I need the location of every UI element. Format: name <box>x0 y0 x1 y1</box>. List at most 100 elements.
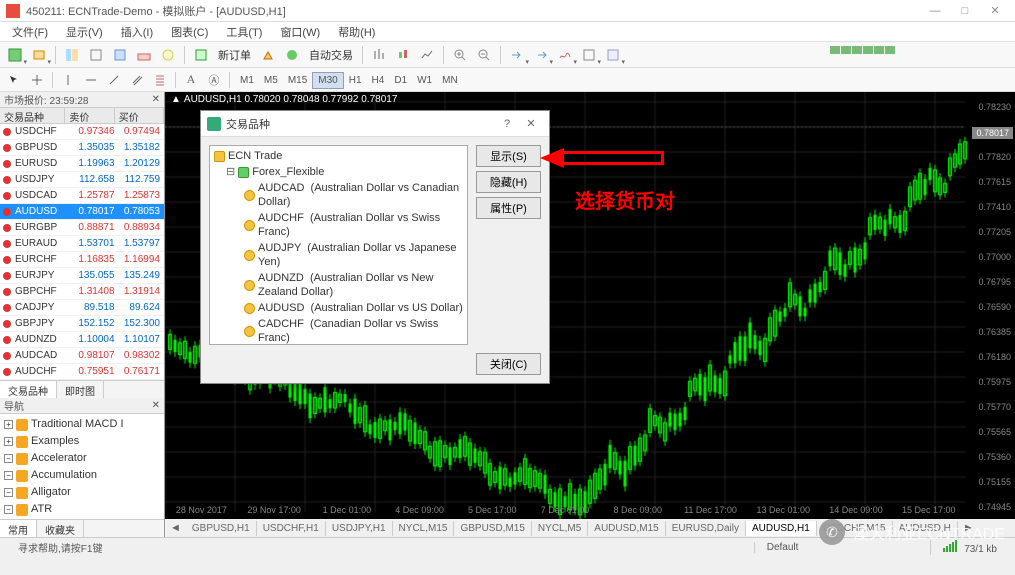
minimize-button[interactable]: — <box>921 2 949 20</box>
chart-tab[interactable]: USDJPY,H1 <box>326 521 393 536</box>
text-button[interactable]: A <box>181 70 201 90</box>
tab-common[interactable]: 常用 <box>0 520 37 537</box>
tab-tick-chart[interactable]: 即时图 <box>57 381 104 398</box>
auto-scroll-button[interactable] <box>506 44 528 66</box>
symbol-row-cadjpy[interactable]: CADJPY89.51889.624 <box>0 300 164 316</box>
chart-tab[interactable]: USDCHF,H1 <box>257 521 326 536</box>
symbol-item-audcad[interactable]: AUDCAD (Australian Dollar vs Canadian Do… <box>212 180 465 210</box>
tabs-prev-icon[interactable]: ◄ <box>165 522 186 534</box>
col-bid[interactable]: 卖价 <box>65 108 114 123</box>
chart-shift-button[interactable] <box>530 44 552 66</box>
line-chart-button[interactable] <box>416 44 438 66</box>
symbol-item-cadchf[interactable]: CADCHF (Canadian Dollar vs Swiss Franc) <box>212 316 465 345</box>
metaquotes-button[interactable] <box>257 44 279 66</box>
symbol-row-audchf[interactable]: AUDCHF0.759510.76171 <box>0 364 164 380</box>
close-button[interactable]: ✕ <box>981 2 1009 20</box>
new-order-icon[interactable] <box>190 44 212 66</box>
candlestick-button[interactable] <box>392 44 414 66</box>
dialog-close-icon[interactable]: ✕ <box>519 117 543 130</box>
symbol-item-audusd[interactable]: AUDUSD (Australian Dollar vs US Dollar) <box>212 300 465 316</box>
symbol-row-eurgbp[interactable]: EURGBP0.888710.88934 <box>0 220 164 236</box>
zoom-in-button[interactable] <box>449 44 471 66</box>
navigator-close-icon[interactable]: ✕ <box>152 400 160 411</box>
col-symbol[interactable]: 交易品种 <box>0 108 65 123</box>
symbol-row-usdchf[interactable]: USDCHF0.973460.97494 <box>0 124 164 140</box>
chart-tab[interactable]: AUDUSD,H1 <box>746 521 817 536</box>
symbol-row-gbpchf[interactable]: GBPCHF1.314081.31914 <box>0 284 164 300</box>
menu-insert[interactable]: 插入(I) <box>113 22 161 42</box>
new-order-label[interactable]: 新订单 <box>214 47 255 63</box>
timeframe-m15[interactable]: M15 <box>283 73 312 88</box>
symbol-item-audnzd[interactable]: AUDNZD (Australian Dollar vs New Zealand… <box>212 270 465 300</box>
chart-tab[interactable]: GBPUSD,M15 <box>454 521 531 536</box>
chart-tab[interactable]: AUDUSD,M15 <box>588 521 665 536</box>
cursor-button[interactable] <box>4 70 24 90</box>
nav-item[interactable]: −ATR <box>4 501 160 518</box>
chart-tab[interactable]: NYCL,M5 <box>532 521 588 536</box>
chart-tab[interactable]: NYCL,M15 <box>393 521 455 536</box>
fibonacci-button[interactable] <box>150 70 170 90</box>
nav-item[interactable]: −Alligator <box>4 484 160 501</box>
symbol-row-euraud[interactable]: EURAUD1.537011.53797 <box>0 236 164 252</box>
timeframe-h4[interactable]: H4 <box>367 73 390 88</box>
timeframe-h1[interactable]: H1 <box>344 73 367 88</box>
market-watch-close-icon[interactable]: ✕ <box>152 94 160 105</box>
tree-group[interactable]: ⊟Forex_Flexible <box>212 164 465 180</box>
autotrade-label[interactable]: 自动交易 <box>305 47 357 63</box>
maximize-button[interactable]: □ <box>951 2 979 20</box>
trendline-button[interactable] <box>104 70 124 90</box>
symbol-item-audchf[interactable]: AUDCHF (Australian Dollar vs Swiss Franc… <box>212 210 465 240</box>
symbol-row-audusd[interactable]: AUDUSD0.780170.78053 <box>0 204 164 220</box>
menu-charts[interactable]: 图表(C) <box>163 22 216 42</box>
tab-symbols[interactable]: 交易品种 <box>0 381 57 398</box>
symbol-row-usdcad[interactable]: USDCAD1.257871.25873 <box>0 188 164 204</box>
nav-item[interactable]: −Accelerator <box>4 450 160 467</box>
menu-file[interactable]: 文件(F) <box>4 22 56 42</box>
new-chart-button[interactable] <box>4 44 26 66</box>
bar-chart-button[interactable] <box>368 44 390 66</box>
nav-item[interactable]: +Traditional MACD I <box>4 416 160 433</box>
symbol-row-gbpjpy[interactable]: GBPJPY152.152152.300 <box>0 316 164 332</box>
show-button[interactable]: 显示(S) <box>476 145 541 167</box>
chart-tab[interactable]: GBPUSD,H1 <box>186 521 257 536</box>
symbol-row-audcad[interactable]: AUDCAD0.981070.98302 <box>0 348 164 364</box>
symbol-row-eurchf[interactable]: EURCHF1.168351.16994 <box>0 252 164 268</box>
symbol-item-audjpy[interactable]: AUDJPY (Australian Dollar vs Japanese Ye… <box>212 240 465 270</box>
close-dialog-button[interactable]: 关闭(C) <box>476 353 541 375</box>
timeframe-d1[interactable]: D1 <box>389 73 412 88</box>
navigator-toggle[interactable] <box>109 44 131 66</box>
timeframe-m5[interactable]: M5 <box>259 73 283 88</box>
zoom-out-button[interactable] <box>473 44 495 66</box>
menu-window[interactable]: 窗口(W) <box>272 22 328 42</box>
data-window-toggle[interactable] <box>85 44 107 66</box>
properties-button[interactable]: 属性(P) <box>476 197 541 219</box>
dialog-help-icon[interactable]: ? <box>495 118 519 130</box>
nav-item[interactable]: +Examples <box>4 433 160 450</box>
timeframe-mn[interactable]: MN <box>437 73 463 88</box>
vertical-line-button[interactable] <box>58 70 78 90</box>
templates-button[interactable] <box>602 44 624 66</box>
chart-tab[interactable]: EURUSD,Daily <box>666 521 746 536</box>
timeframe-m1[interactable]: M1 <box>235 73 259 88</box>
crosshair-button[interactable] <box>27 70 47 90</box>
timeframe-m30[interactable]: M30 <box>312 72 343 89</box>
autotrade-icon[interactable] <box>281 44 303 66</box>
menu-tools[interactable]: 工具(T) <box>218 22 270 42</box>
profiles-button[interactable] <box>28 44 50 66</box>
menu-help[interactable]: 帮助(H) <box>330 22 383 42</box>
symbol-row-eurusd[interactable]: EURUSD1.199631.20129 <box>0 156 164 172</box>
indicators-button[interactable] <box>554 44 576 66</box>
horizontal-line-button[interactable] <box>81 70 101 90</box>
periods-button[interactable] <box>578 44 600 66</box>
tree-root[interactable]: ECN Trade <box>212 148 465 164</box>
menu-view[interactable]: 显示(V) <box>58 22 111 42</box>
symbol-tree[interactable]: ECN Trade ⊟Forex_Flexible AUDCAD (Austra… <box>209 145 468 345</box>
nav-item[interactable]: −Accumulation <box>4 467 160 484</box>
timeframe-w1[interactable]: W1 <box>412 73 437 88</box>
symbol-row-gbpusd[interactable]: GBPUSD1.350351.35182 <box>0 140 164 156</box>
tab-favorites[interactable]: 收藏夹 <box>37 520 84 537</box>
strategy-tester-toggle[interactable] <box>157 44 179 66</box>
market-watch-toggle[interactable] <box>61 44 83 66</box>
symbol-row-usdjpy[interactable]: USDJPY112.658112.759 <box>0 172 164 188</box>
terminal-toggle[interactable] <box>133 44 155 66</box>
